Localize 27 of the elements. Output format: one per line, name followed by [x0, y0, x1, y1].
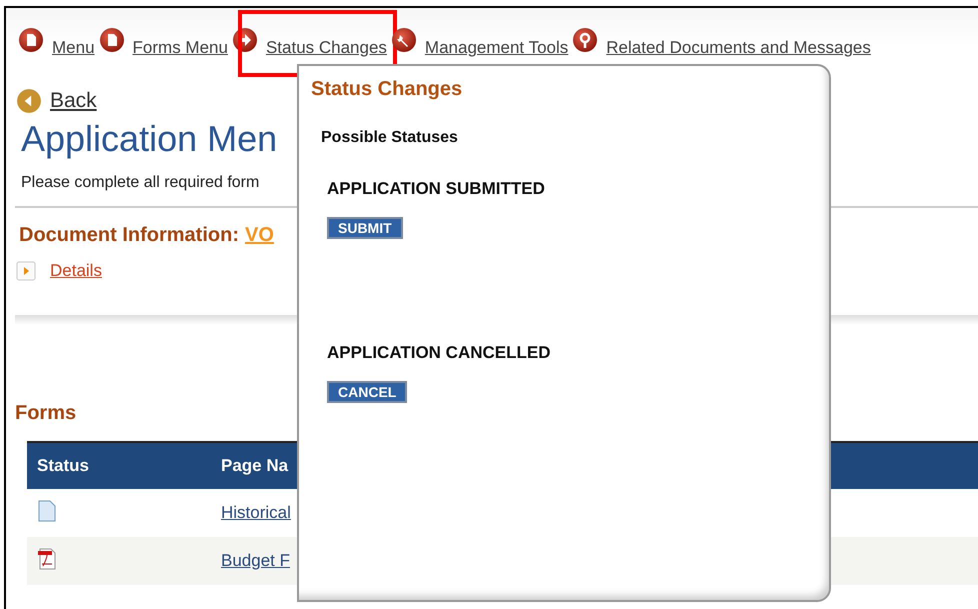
document-icon[interactable] [98, 27, 125, 53]
wrench-icon[interactable] [390, 27, 417, 53]
status-name: APPLICATION CANCELLED [327, 343, 552, 363]
details-link[interactable]: Details [50, 261, 102, 281]
column-header: Status [36, 456, 90, 476]
popup-subtitle: Possible Statuses [321, 129, 459, 147]
popup-title: Status Changes [311, 78, 464, 101]
nav-link[interactable]: Status Changes [266, 38, 387, 58]
nav-link[interactable]: Menu [52, 38, 95, 58]
nav-link[interactable]: Management Tools [424, 38, 568, 58]
page-link[interactable]: Historical [221, 503, 291, 522]
back-link[interactable]: Back [50, 89, 97, 113]
page-link[interactable]: Budget F [221, 551, 290, 570]
page-title: Application Men [21, 118, 278, 160]
status-button[interactable]: CANCEL [327, 381, 408, 403]
column-header: Page Na [221, 456, 288, 476]
document-icon [37, 500, 57, 522]
nav-link[interactable]: Related Documents and Messages [606, 38, 871, 58]
status-name: APPLICATION SUBMITTED [327, 179, 546, 199]
status-button[interactable]: SUBMIT [327, 217, 403, 239]
section-heading: Forms [15, 402, 78, 425]
pdf-icon [37, 548, 57, 570]
section-heading: Document Information: [19, 224, 239, 246]
document-icon[interactable] [18, 27, 44, 53]
back-icon[interactable] [16, 88, 42, 114]
instructions-text: Please complete all required form [21, 174, 260, 192]
nav-link[interactable]: Forms Menu [132, 38, 228, 58]
